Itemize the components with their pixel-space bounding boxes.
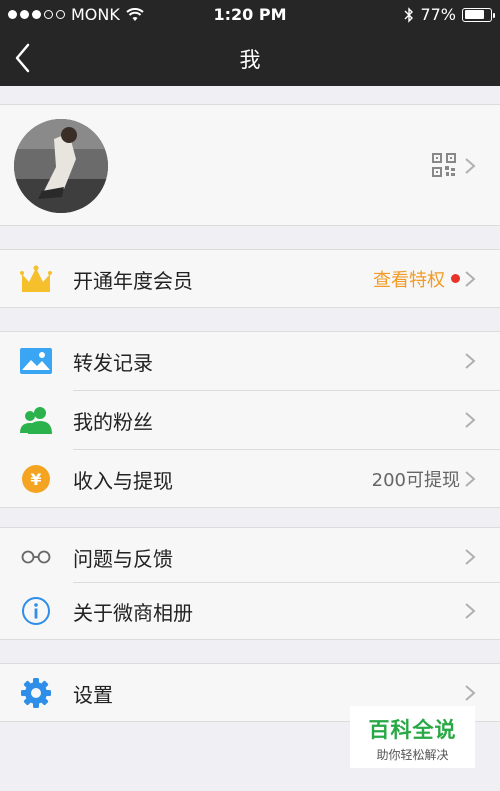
chevron-right-icon [465,412,476,428]
crown-icon [20,263,52,295]
nav-bar: 我 [0,30,500,86]
chevron-right-icon [465,549,476,565]
menu-item-label: 关于微商相册 [73,600,193,625]
view-privileges-link[interactable]: 查看特权 [373,266,445,292]
page-title: 我 [239,48,261,72]
avatar-photo [14,119,108,213]
menu-item-feedback[interactable]: 问题与反馈 [0,528,500,586]
qr-code-icon[interactable] [432,153,456,177]
watermark-title: 百科全说 [368,718,457,742]
membership-label: 开通年度会员 [73,268,193,293]
chevron-right-icon [465,158,476,174]
chevron-right-icon [465,603,476,619]
chevron-right-icon [465,685,476,701]
menu-group-1: 转发记录 我的粉丝 ¥ 收入与提现 200可提现 [0,331,500,508]
menu-item-label: 转发记录 [73,350,153,375]
info-icon [20,595,52,627]
yen-coin-icon: ¥ [20,463,52,495]
menu-item-income-withdraw[interactable]: ¥ 收入与提现 200可提现 [0,450,500,508]
menu-item-my-fans[interactable]: 我的粉丝 [0,391,500,449]
chevron-right-icon [465,353,476,369]
battery-percent: 77% [420,5,456,24]
gear-icon [20,677,52,709]
withdrawable-amount: 200可提现 [371,470,460,491]
menu-item-label: 问题与反馈 [73,546,173,571]
image-icon [20,345,52,377]
watermark-subtitle: 助你轻松解决 [376,748,449,762]
svg-text:¥: ¥ [30,470,41,489]
glasses-icon [20,541,52,573]
avatar[interactable] [14,119,108,213]
status-right: 77% [404,5,495,24]
watermark-logo: 百科全说 助你轻松解决 [350,706,475,768]
menu-item-label: 设置 [73,682,113,707]
menu-item-label: 收入与提现 [73,468,173,493]
users-icon [20,404,52,436]
chevron-right-icon [465,271,476,287]
menu-group-2: 问题与反馈 关于微商相册 [0,527,500,640]
notification-dot [451,274,460,283]
battery-icon [462,7,495,22]
membership-card[interactable]: 开通年度会员 查看特权 [0,249,500,308]
bluetooth-icon [404,6,414,23]
status-bar: MONK 1:20 PM 77% [0,0,500,30]
menu-item-about[interactable]: 关于微商相册 [0,582,500,640]
profile-card[interactable] [0,104,500,226]
menu-item-forward-records[interactable]: 转发记录 [0,332,500,390]
battery-fill [464,10,484,19]
chevron-right-icon [465,471,476,487]
menu-item-label: 我的粉丝 [73,409,153,434]
membership-row[interactable]: 开通年度会员 查看特权 [0,250,500,308]
